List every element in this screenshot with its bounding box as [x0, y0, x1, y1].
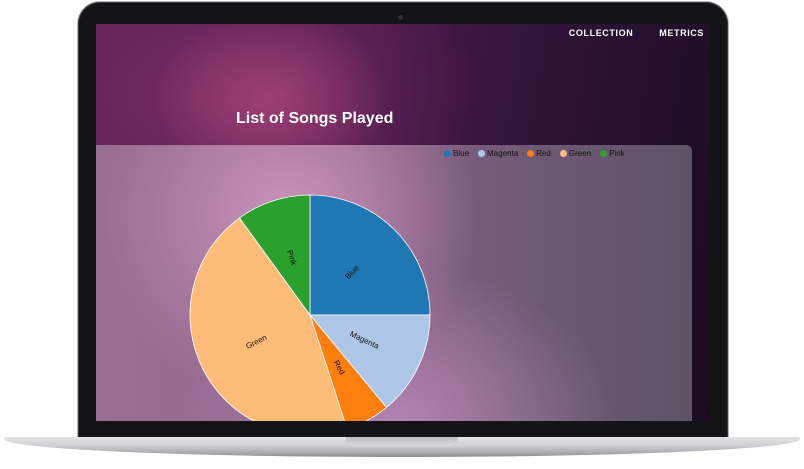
pie-slice-blue[interactable]: [309, 194, 431, 316]
top-nav: COLLECTION METRICS: [569, 28, 704, 38]
nav-collection-link[interactable]: COLLECTION: [569, 28, 634, 38]
nav-metrics-link[interactable]: METRICS: [659, 28, 704, 38]
screen: COLLECTION METRICS List of Songs Played …: [96, 24, 710, 421]
chart-panel: Blue Magenta Red Green Pink Blue Magenta Red Gr…: [96, 145, 692, 421]
page-title: List of Songs Played: [236, 110, 394, 127]
camera-icon: [397, 14, 404, 21]
pie-chart: BlueMagentaRedGreenPink: [189, 194, 431, 421]
laptop-notch: [346, 437, 458, 446]
